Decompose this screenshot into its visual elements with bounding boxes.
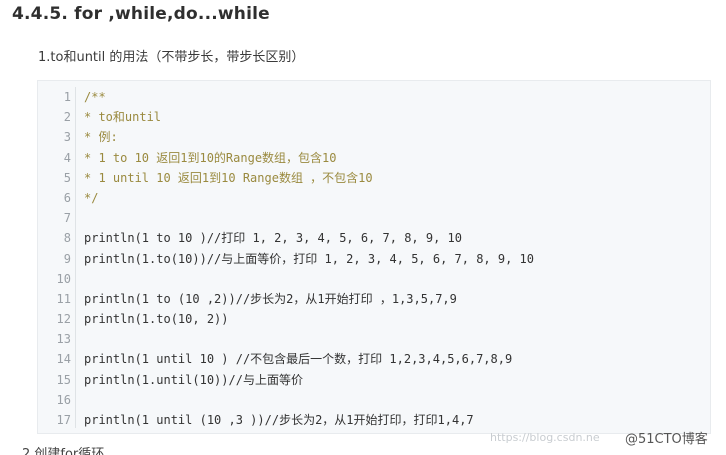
line-number: 13 [56, 332, 71, 347]
code-line: 12 println(1.to(10, 2)) [38, 309, 710, 329]
watermark-url: https://blog.csdn.ne [490, 431, 600, 444]
code-line: 2 * to和until [38, 107, 710, 127]
code-line: 9 println(1.to(10))//与上面等价，打印 1, 2, 3, 4,… [38, 249, 710, 269]
code-line: 17 println(1 until (10 ,3 ))//步长为2，从1开始打印… [38, 410, 710, 430]
code-lines: 1 /** 2 * to和until 3 * 例: 4 * 1 to 10 返回1… [38, 87, 710, 430]
code-text: * 例: [84, 130, 118, 145]
line-number: 15 [56, 372, 71, 387]
line-number: 16 [56, 392, 71, 407]
line-number: 11 [56, 291, 71, 306]
code-line: 7 [38, 208, 710, 228]
code-line: 16 [38, 390, 710, 410]
code-text: println(1 until (10 ,3 ))//步长为2，从1开始打印，打… [84, 413, 474, 427]
code-line: 10 [38, 269, 710, 289]
line-number: 14 [56, 352, 71, 367]
code-text: * 1 until 10 返回1到10 Range数组 ，不包含10 [84, 170, 373, 185]
code-text: println(1 until 10 ) //不包含最后一个数，打印 1,2,3… [84, 352, 513, 367]
code-text: /** [84, 90, 106, 104]
watermark-brand: @51CTO博客 [625, 432, 708, 447]
section-heading: 4.4.5. for ,while,do...while [12, 4, 270, 24]
code-block: 1 /** 2 * to和until 3 * 例: 4 * 1 to 10 返回1… [37, 80, 711, 434]
line-number: 7 [63, 211, 71, 226]
code-line: 11 println(1 to (10 ,2))//步长为2，从1开始打印 ，1,… [38, 289, 710, 309]
code-text: println(1 to 10 )//打印 1, 2, 3, 4, 5, 6, … [84, 231, 463, 246]
line-number: 3 [63, 130, 71, 145]
code-text: println(1.to(10))//与上面等价，打印 1, 2, 3, 4, … [84, 251, 535, 266]
code-line: 1 /** [38, 87, 710, 107]
code-text: * 1 to 10 返回1到10的Range数组，包含10 [84, 150, 337, 165]
line-number: 12 [56, 312, 71, 327]
line-number: 6 [63, 190, 71, 205]
code-line: 6 */ [38, 188, 710, 208]
next-list-item: 2.创建for循环 [22, 447, 105, 455]
line-number: 2 [63, 110, 71, 125]
line-number: 9 [63, 251, 71, 266]
code-text: println(1.until(10))//与上面等价 [84, 372, 303, 387]
code-text: println(1 to (10 ,2))//步长为2，从1开始打印 ，1,3,… [84, 291, 457, 306]
code-line: 14 println(1 until 10 ) //不包含最后一个数，打印 1,2… [38, 349, 710, 369]
code-line: 3 * 例: [38, 127, 710, 147]
line-number: 5 [63, 170, 71, 185]
code-text: println(1.to(10, 2)) [84, 312, 229, 327]
code-line: 4 * 1 to 10 返回1到10的Range数组，包含10 [38, 148, 710, 168]
code-text: * to和until [84, 110, 162, 125]
subsection-heading: 1.to和until 的用法（不带步长，带步长区别） [38, 50, 305, 65]
line-number: 17 [56, 413, 71, 427]
line-number: 10 [56, 271, 71, 286]
code-line: 5 * 1 until 10 返回1到10 Range数组 ，不包含10 [38, 168, 710, 188]
line-number: 1 [63, 90, 71, 104]
line-number: 4 [63, 150, 71, 165]
code-line: 15 println(1.until(10))//与上面等价 [38, 370, 710, 390]
code-line: 13 [38, 329, 710, 349]
code-text: */ [84, 190, 99, 205]
line-number: 8 [63, 231, 71, 246]
code-line: 8 println(1 to 10 )//打印 1, 2, 3, 4, 5, 6,… [38, 228, 710, 248]
